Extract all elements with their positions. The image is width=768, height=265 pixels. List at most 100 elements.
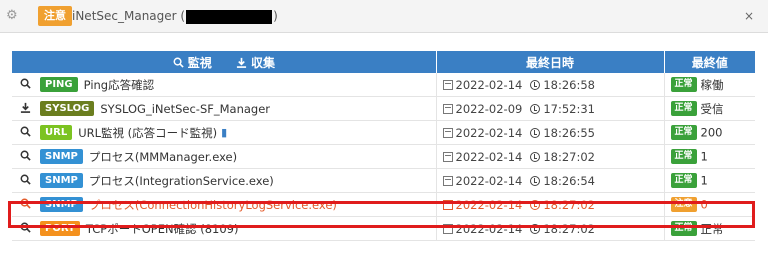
last-time-cell: 2022-02-14 18:27:02 [436,192,665,217]
table-row[interactable]: PORT TCPポートOPEN確認 (8109) 2022-02-14 18:27:0… [12,216,755,241]
status-badge: 注意 [670,197,697,212]
table-row[interactable]: SYSLOG SYSLOG_iNetSec-SF_Manager 2022-02-0… [12,96,755,121]
last-value-cell: 正常 正常 [664,216,755,241]
last-time-cell: 2022-02-14 18:26:58 [436,73,665,97]
last-value-cell: 正常 稼働 [664,73,755,97]
status-badge: 正常 [670,125,697,140]
protocol-badge: SNMP [40,149,83,164]
last-value-cell: 正常 1 [664,144,755,169]
calendar-icon [442,199,453,210]
service-cell: SNMP プロセス(MMManager.exe) [12,144,437,169]
last-time: 18:27:02 [543,149,595,164]
service-name[interactable]: Ping応答確認 [84,77,154,93]
last-value-cell: 正常 200 [664,120,755,145]
calendar-icon [442,151,453,162]
title-prefix: iNetSec_Manager ( [72,9,186,23]
collect-header-button[interactable]: 収集 [236,54,275,71]
calendar-icon [442,223,453,234]
service-cell: URL URL監視 (応答コード監視) ▮ [12,120,437,145]
clock-icon [530,103,541,114]
status-badge: 正常 [670,221,697,236]
protocol-badge: PING [40,77,78,92]
service-cell: SYSLOG SYSLOG_iNetSec-SF_Manager [12,96,437,121]
service-name[interactable]: TCPポートOPEN確認 (8109) [86,221,239,237]
collect-label: 収集 [250,55,275,70]
monitor-header-button[interactable]: 監視 [173,54,212,71]
search-icon[interactable] [18,126,32,140]
table-row[interactable]: PING Ping応答確認 2022-02-14 18:26:58 正常 稼働 [12,73,755,97]
service-name[interactable]: URL監視 (応答コード監視) [78,125,217,141]
table-row[interactable]: SNMP プロセス(IntegrationService.exe) 2022-02-… [12,168,755,193]
last-time-cell: 2022-02-14 18:26:54 [436,168,665,193]
status-badge: 正常 [670,173,697,188]
search-icon[interactable] [18,174,32,188]
last-value: 稼働 [700,77,724,92]
service-name[interactable]: プロセス(ConnectionHistoryLogService.exe) [89,197,337,213]
calendar-icon [442,79,453,90]
clock-icon [530,151,541,162]
last-value: 正常 [700,221,724,236]
service-name[interactable]: プロセス(MMManager.exe) [89,149,237,165]
last-time-cell: 2022-02-14 18:27:02 [436,144,665,169]
status-badge: 正常 [670,149,697,164]
clock-icon [530,79,541,90]
table-header-row: 監視 収集 最終日時 最終値 [12,51,755,73]
protocol-badge: PORT [40,221,80,236]
clock-icon [530,223,541,234]
calendar-icon [442,103,453,114]
protocol-badge: SYSLOG [40,101,95,116]
service-cell: SNMP プロセス(IntegrationService.exe) [12,168,437,193]
last-time-cell: 2022-02-14 18:27:02 [436,216,665,241]
last-time: 18:26:58 [543,77,595,92]
download-icon[interactable] [18,102,32,116]
service-name[interactable]: SYSLOG_iNetSec-SF_Manager [100,102,270,116]
service-name[interactable]: プロセス(IntegrationService.exe) [89,173,274,189]
monitor-table: 監視 収集 最終日時 最終値 PING Ping応答確認 2022-02-14 18:… [12,51,755,241]
download-icon [236,57,246,68]
dialog-title: iNetSec_Manager () [72,9,278,24]
protocol-badge: SNMP [40,197,83,212]
clock-icon [530,199,541,210]
table-row[interactable]: SNMP プロセス(MMManager.exe) 2022-02-14 18:27:0… [12,144,755,169]
status-badge: 正常 [670,101,697,116]
last-value: 1 [700,173,708,188]
protocol-badge: SNMP [40,173,83,188]
search-icon[interactable] [18,150,32,164]
close-icon[interactable]: × [744,9,754,23]
search-icon[interactable] [18,198,32,212]
clock-icon [530,175,541,186]
service-cell: SNMP プロセス(ConnectionHistoryLogService.exe… [12,192,437,217]
status-badge: 正常 [670,77,697,92]
last-time-cell: 2022-02-09 17:52:31 [436,96,665,121]
warning-badge: 注意 [38,6,72,26]
table-row[interactable]: URL URL監視 (応答コード監視) ▮ 2022-02-14 18:26:55 正常 2… [12,120,755,145]
header-last-value: 最終値 [664,51,755,73]
table-row[interactable]: SNMP プロセス(ConnectionHistoryLogService.exe… [12,192,755,217]
redacted-hostname [186,9,273,24]
title-suffix: ) [273,9,278,23]
last-date: 2022-02-14 [455,173,523,188]
search-icon [173,57,184,68]
search-icon[interactable] [18,78,32,92]
monitor-label: 監視 [187,55,212,70]
last-value-cell: 正常 受信 [664,96,755,121]
last-time: 18:26:54 [543,173,595,188]
document-icon[interactable]: ▮ [221,126,227,139]
search-icon[interactable] [18,222,32,236]
calendar-icon [442,175,453,186]
last-date: 2022-02-09 [455,101,523,116]
gear-icon[interactable]: ⚙ [6,9,20,23]
last-value: 200 [700,125,723,140]
header-monitor-collect: 監視 収集 [12,51,437,73]
service-cell: PORT TCPポートOPEN確認 (8109) [12,216,437,241]
last-value-cell: 注意 0 [664,192,755,217]
last-date: 2022-02-14 [455,221,523,236]
last-value-cell: 正常 1 [664,168,755,193]
protocol-badge: URL [40,125,73,140]
header-last-time: 最終日時 [436,51,665,73]
last-date: 2022-02-14 [455,149,523,164]
last-time: 18:26:55 [543,125,595,140]
last-value: 1 [700,149,708,164]
last-time: 17:52:31 [543,101,595,116]
last-date: 2022-02-14 [455,197,523,212]
